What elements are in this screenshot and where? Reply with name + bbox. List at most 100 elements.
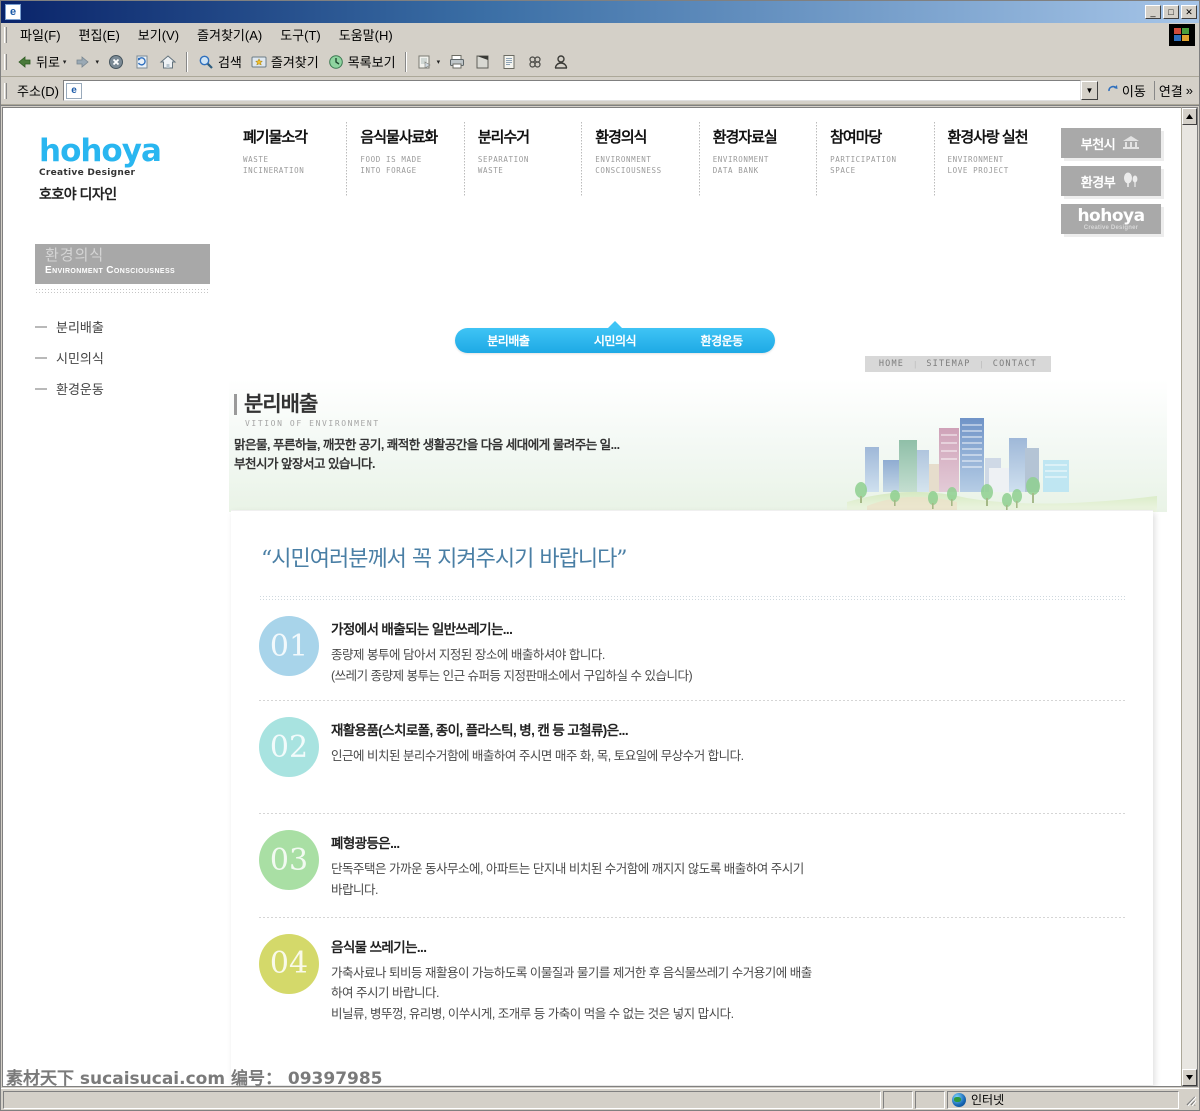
menu-grip[interactable] <box>4 26 7 43</box>
utilnav-divider: | <box>914 359 917 369</box>
item-text-line-1: 종량제 봉투에 담아서 지정된 장소에 배출하셔야 합니다. <box>331 648 605 662</box>
history-button[interactable]: 목록보기 <box>323 50 400 73</box>
stop-icon <box>107 53 125 71</box>
research-button[interactable] <box>522 51 548 73</box>
messenger-button[interactable] <box>548 51 574 73</box>
print-button[interactable] <box>444 51 470 73</box>
nav-item-separation-waste[interactable]: 분리수거 SEPARATION WASTE <box>463 122 581 196</box>
back-dropdown-icon[interactable]: ▾ <box>63 58 67 66</box>
utilnav-home[interactable]: HOME <box>879 359 904 369</box>
minimize-button[interactable]: _ <box>1145 5 1161 19</box>
badge-ministry-environment[interactable]: 환경부 <box>1061 166 1161 196</box>
subnav-item-citizen-awareness[interactable]: 시민의식 <box>594 332 637 349</box>
city-hall-icon <box>1121 134 1141 153</box>
search-button[interactable]: 검색 <box>193 50 246 73</box>
person-icon <box>552 53 570 71</box>
sidebar-section-title-kr: 환경의식 <box>45 247 105 264</box>
page-title-en: VITION OF ENVIRONMENT <box>245 419 380 428</box>
banner-desc-line2: 부천시가 앞장서고 있습니다. <box>234 457 375 472</box>
nav-item-environment-data-bank[interactable]: 환경자료실 ENVIRONMENT DATA BANK <box>698 122 816 196</box>
discuss-button[interactable] <box>496 51 522 73</box>
sub-navigation: 분리배출 시민의식 환경운동 <box>455 321 775 353</box>
sidebar-item-citizen-awareness[interactable]: 시민의식 <box>35 342 221 373</box>
main-navigation: 폐기물소각 WASTE INCINERATION 음식물사료화 FOOD IS … <box>229 122 1051 196</box>
menu-file[interactable]: 파일(F) <box>11 22 70 47</box>
scroll-down-button[interactable] <box>1182 1069 1197 1086</box>
close-button[interactable]: ✕ <box>1181 5 1197 19</box>
utilnav-sitemap[interactable]: SITEMAP <box>926 359 970 369</box>
badge-bucheon-city[interactable]: 부천시 <box>1061 128 1161 158</box>
maximize-button[interactable]: □ <box>1163 5 1179 19</box>
menu-tools[interactable]: 도구(T) <box>271 22 330 47</box>
back-label: 뒤로 <box>36 55 60 70</box>
item-heading: 폐형광등은... <box>331 836 400 852</box>
history-icon <box>327 53 345 71</box>
vertical-scrollbar[interactable] <box>1181 107 1198 1087</box>
forward-button[interactable]: ▾ <box>70 51 103 73</box>
nav-item-food-forage[interactable]: 음식물사료화 FOOD IS MADE INTO FORAGE <box>346 122 463 196</box>
address-field-wrap[interactable]: e <box>62 80 1081 101</box>
window-controls: _ □ ✕ <box>1145 5 1197 19</box>
security-zone-pane[interactable]: 인터넷 <box>947 1090 1179 1109</box>
window-resize-grip[interactable] <box>1183 1093 1197 1107</box>
sidebar-item-label: 시민의식 <box>56 351 104 366</box>
favorites-button[interactable]: 즐겨찾기 <box>246 50 323 73</box>
site-logo[interactable]: hohoya Creative Designer 호호야 디자인 <box>3 108 221 204</box>
nav-item-waste-incineration[interactable]: 폐기물소각 WASTE INCINERATION <box>229 126 346 196</box>
refresh-button[interactable] <box>129 51 155 73</box>
nav-label-en: PARTICIPATION SPACE <box>830 155 897 176</box>
content-card: “시민여러분께서 꼭 지켜주시기 바랍니다” 01 가정에서 배출되는 일반쓰레… <box>231 510 1153 1085</box>
nav-label-kr: 음식물사료화 <box>360 129 438 146</box>
nav-label-en: WASTE INCINERATION <box>243 155 305 176</box>
mail-button[interactable]: ▾ <box>412 51 445 73</box>
printer-icon <box>448 53 466 71</box>
home-button[interactable] <box>155 51 181 73</box>
list-item: 02 재활용품(스치로폴, 종이, 플라스틱, 병, 캔 등 고철류)은... … <box>231 701 1153 778</box>
mail-dropdown-icon[interactable]: ▾ <box>437 58 441 66</box>
cityscape-illustration <box>847 402 1157 512</box>
go-button[interactable]: 이동 <box>1098 81 1154 100</box>
badge-label: hohoya <box>1077 205 1145 226</box>
browser-viewport-wrap: hohoya Creative Designer 호호야 디자인 환경의식 En… <box>1 105 1199 1088</box>
scrollbar-track[interactable] <box>1182 125 1197 1069</box>
partner-badges: 부천시 환경부 hohoya Creative Designer <box>1061 128 1161 242</box>
logo-tagline: Creative Designer <box>39 168 136 178</box>
menu-help[interactable]: 도움말(H) <box>330 22 402 47</box>
sidebar-dotted-divider <box>35 288 210 295</box>
menu-favorites[interactable]: 즐겨찾기(A) <box>188 22 271 47</box>
nav-label-en: FOOD IS MADE INTO FORAGE <box>360 155 422 176</box>
sidebar-item-separation-discharge[interactable]: 분리배출 <box>35 311 221 342</box>
nav-item-environment-consciousness[interactable]: 환경의식 ENVIRONMENT CONSCIOUSNESS <box>581 122 698 196</box>
edit-button[interactable] <box>470 51 496 73</box>
subnav-item-environment-movement[interactable]: 환경운동 <box>701 332 744 349</box>
security-zone-label: 인터넷 <box>971 1093 1005 1107</box>
sidebar-section-header: 환경의식 Environment Consciousness <box>35 244 210 284</box>
badge-hohoya[interactable]: hohoya Creative Designer <box>1061 204 1161 234</box>
stop-button[interactable] <box>103 51 129 73</box>
back-arrow-icon <box>15 53 33 71</box>
menu-view[interactable]: 보기(V) <box>129 22 188 47</box>
nav-item-participation-space[interactable]: 참여마당 PARTICIPATION SPACE <box>816 122 933 196</box>
subnav-item-separation-discharge[interactable]: 분리배출 <box>487 332 530 349</box>
content-headline: “시민여러분께서 꼭 지켜주시기 바랍니다” <box>261 547 628 572</box>
sidebar-item-environment-movement[interactable]: 환경운동 <box>35 373 221 404</box>
item-number-badge: 01 <box>259 616 319 676</box>
badge-label: 부천시 <box>1080 136 1116 152</box>
address-grip[interactable] <box>4 82 7 99</box>
address-label: 주소(D) <box>17 84 59 99</box>
toolbar-grip[interactable] <box>4 53 7 70</box>
scroll-up-button[interactable] <box>1182 108 1197 125</box>
nav-item-environment-love-project[interactable]: 환경사랑 실천 ENVIRONMENT LOVE PROJECT <box>933 122 1051 196</box>
links-button[interactable]: 연결 » <box>1153 81 1197 100</box>
forward-dropdown-icon[interactable]: ▾ <box>95 58 99 66</box>
image-watermark: 素材天下 sucaisucai.com 编号： 09397985 <box>6 1069 383 1089</box>
address-dropdown-button[interactable]: ▼ <box>1080 81 1098 100</box>
internet-globe-icon <box>952 1092 966 1107</box>
back-button[interactable]: 뒤로 ▾ <box>11 50 70 73</box>
address-input[interactable] <box>81 82 1080 99</box>
status-pane-a <box>883 1090 913 1109</box>
left-column: hohoya Creative Designer 호호야 디자인 환경의식 En… <box>3 108 221 1086</box>
menu-edit[interactable]: 편집(E) <box>70 22 129 47</box>
utilnav-contact[interactable]: CONTACT <box>993 359 1037 369</box>
nav-label-kr: 분리수거 <box>477 129 530 146</box>
